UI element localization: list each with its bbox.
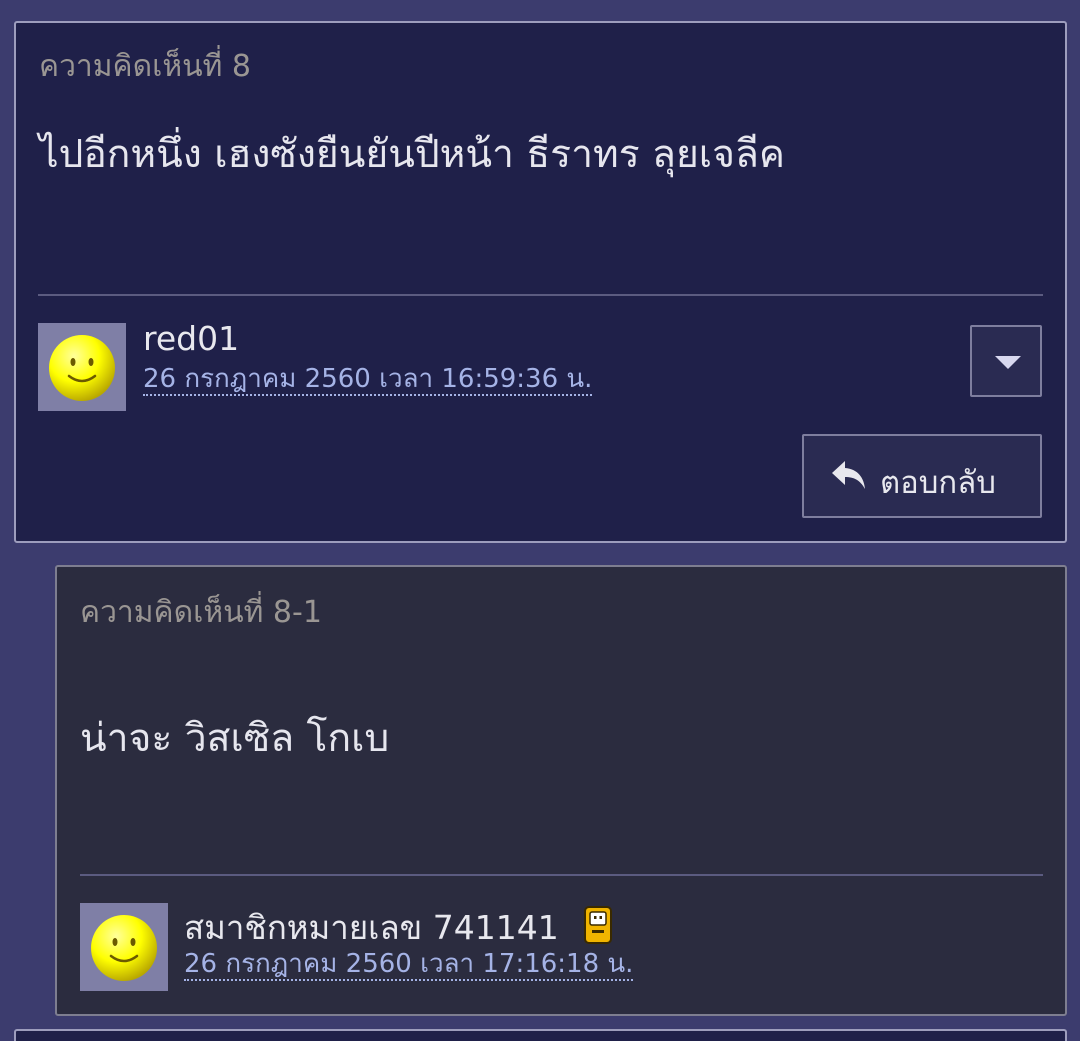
timestamp-link[interactable]: 26 กรกฎาคม 2560 เวลา 16:59:36 น. bbox=[143, 364, 593, 396]
avatar[interactable] bbox=[38, 323, 126, 411]
mobile-phone-icon bbox=[584, 906, 612, 944]
reply-number: ความคิดเห็นที่ 8-1 bbox=[80, 595, 322, 630]
reply-divider bbox=[80, 874, 1043, 876]
username[interactable]: สมาชิกหมายเลข 741141 bbox=[184, 901, 559, 954]
username[interactable]: red01 bbox=[143, 319, 239, 358]
comment-text: ไปอีกหนึ่ง เฮงซังยืนยันปีหน้า ธีราทร ลุย… bbox=[39, 132, 785, 177]
reply-button[interactable]: ตอบกลับ bbox=[802, 434, 1042, 518]
avatar[interactable] bbox=[80, 903, 168, 991]
chevron-down-icon bbox=[995, 356, 1021, 369]
smiley-avatar-icon bbox=[91, 915, 157, 981]
reply-text: น่าจะ วิสเซิล โกเบ bbox=[80, 716, 390, 761]
smiley-avatar-icon bbox=[49, 335, 115, 401]
comment-divider bbox=[38, 294, 1043, 296]
timestamp-link[interactable]: 26 กรกฎาคม 2560 เวลา 17:16:18 น. bbox=[184, 949, 634, 981]
comment-number: ความคิดเห็นที่ 8 bbox=[39, 49, 252, 84]
comment-card: ความคิดเห็นที่ 8 ไปอีกหนึ่ง เฮงซังยืนยัน… bbox=[14, 21, 1067, 543]
reply-arrow-icon bbox=[832, 461, 865, 489]
reply-button-label: ตอบกลับ bbox=[880, 465, 996, 501]
next-comment-card-edge bbox=[14, 1029, 1067, 1041]
reply-card: ความคิดเห็นที่ 8-1 น่าจะ วิสเซิล โกเบ สม… bbox=[55, 565, 1067, 1016]
comment-menu-button[interactable] bbox=[970, 325, 1042, 397]
